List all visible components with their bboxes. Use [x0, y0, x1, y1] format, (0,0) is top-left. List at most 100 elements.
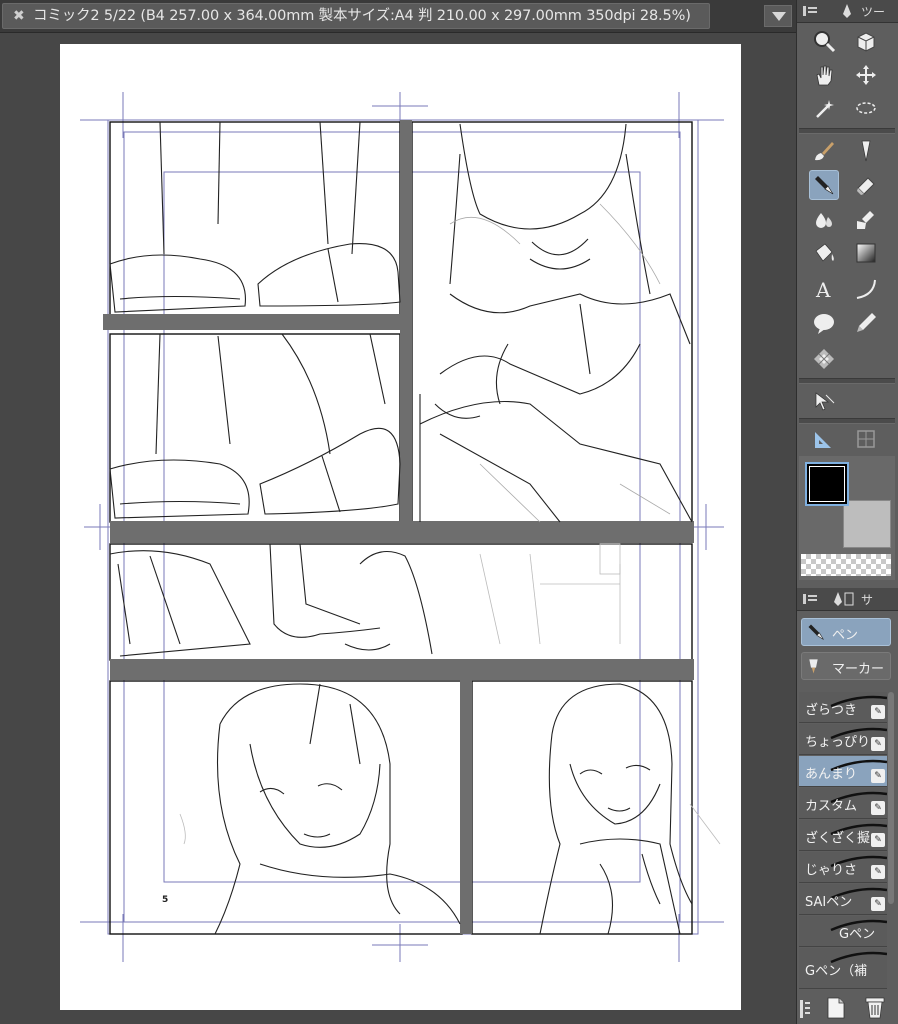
brush-tool[interactable]: [809, 136, 839, 166]
brush-label: Gペン（補: [805, 964, 868, 979]
balloon-icon: [814, 314, 834, 334]
magic-wand-icon: [816, 100, 834, 118]
trash-icon[interactable]: [863, 994, 887, 1020]
brush-item[interactable]: ざくざく擬 ✎: [799, 820, 887, 851]
tool-palette-header[interactable]: ツー: [797, 0, 898, 23]
brush-label: ざくざく擬: [805, 831, 871, 846]
sub-tool-settings-icon[interactable]: [799, 998, 811, 1020]
main-color-swatch[interactable]: [805, 462, 849, 506]
gradient-tool[interactable]: [851, 238, 881, 268]
brush-label: ちょっぴり: [805, 735, 871, 750]
brush-settings-icon[interactable]: ✎: [871, 705, 885, 719]
sub-tool-scrollbar[interactable]: [888, 692, 894, 904]
pencil-icon: [857, 313, 876, 332]
dropper-icon: [861, 140, 871, 162]
document-tab-bar: ✖ コミック2 5/22 (B4 257.00 x 364.00mm 製本サイズ…: [0, 0, 796, 33]
ruler-tool[interactable]: [809, 424, 839, 454]
ink-blend-tool[interactable]: [851, 204, 881, 234]
document-title: コミック2 5/22 (B4 257.00 x 364.00mm 製本サイズ:A…: [33, 8, 691, 24]
move-layer-icon: [856, 65, 876, 85]
frame-border-tool[interactable]: [851, 424, 881, 454]
brush-icon: [815, 142, 834, 161]
manuscript-page[interactable]: 5: [60, 44, 741, 1010]
sub-color-swatch[interactable]: [843, 500, 891, 548]
sub-tool-palette-header[interactable]: サ: [797, 588, 898, 611]
sub-tool-group-pen[interactable]: ペン: [801, 618, 891, 646]
eraser-tool[interactable]: [851, 170, 881, 200]
svg-text:A: A: [815, 278, 831, 301]
close-tab-icon[interactable]: ✖: [13, 8, 25, 24]
sub-tool-footer: [797, 992, 898, 1024]
correct-line-tool[interactable]: [851, 308, 881, 338]
sub-tool-group-label: マーカー: [832, 662, 885, 677]
object-tool[interactable]: [851, 26, 881, 56]
pen-nib-icon: [843, 4, 851, 18]
brush-label: Gペン: [839, 927, 876, 942]
manga-page-artwork: [80, 92, 724, 962]
brush-item[interactable]: あんまり ✎: [799, 756, 887, 787]
marker-icon: [809, 659, 818, 674]
brush-label: じゃりさ: [805, 863, 858, 878]
brush-item[interactable]: Gペン: [799, 916, 887, 947]
text-tool[interactable]: A: [809, 274, 839, 304]
brush-settings-icon[interactable]: ✎: [871, 865, 885, 879]
sub-tool-icon: [834, 592, 854, 606]
chevron-down-icon: [772, 12, 786, 21]
brush-settings-icon[interactable]: ✎: [871, 833, 885, 847]
balloon-tool[interactable]: [809, 308, 839, 338]
operation-tool[interactable]: [809, 386, 839, 416]
sub-tool-palette-label: サ: [861, 593, 874, 607]
page-number: 5: [162, 895, 169, 905]
palette-separator: [799, 128, 895, 134]
hand-tool[interactable]: [809, 60, 839, 90]
transparent-color-swatch[interactable]: [801, 554, 891, 576]
brush-item[interactable]: カスタム ✎: [799, 788, 887, 819]
brush-label: カスタム: [805, 799, 858, 814]
right-panel: ツー A サ ペン マーカー ざらつき ✎ ちょっぴり ✎ あんまり ✎ カスタ…: [796, 0, 898, 1024]
ink-blend-icon: [857, 211, 874, 229]
decoration-tool[interactable]: [809, 344, 839, 374]
palette-menu-icon[interactable]: [803, 5, 817, 17]
fill-icon: [816, 213, 832, 228]
zoom-icon: [814, 31, 836, 53]
pen-tool[interactable]: [809, 170, 839, 200]
brush-item[interactable]: ちょっぴり ✎: [799, 724, 887, 755]
lasso-icon: [856, 102, 876, 114]
brush-settings-icon[interactable]: ✎: [871, 897, 885, 911]
brush-settings-icon[interactable]: ✎: [871, 769, 885, 783]
dropper-tool[interactable]: [851, 136, 881, 166]
zoom-tool[interactable]: [809, 26, 839, 56]
new-sub-tool-icon[interactable]: [825, 996, 847, 1020]
palette-separator: [799, 378, 895, 384]
brush-label: ざらつき: [805, 703, 858, 718]
text-icon: A: [815, 278, 831, 301]
object-select-icon: [857, 32, 875, 52]
brush-item[interactable]: SAIペン ✎: [799, 884, 887, 915]
brush-label: SAIペン: [805, 895, 853, 910]
brush-item[interactable]: じゃりさ ✎: [799, 852, 887, 883]
palette-menu-icon[interactable]: [803, 593, 817, 605]
decoration-icon: [814, 349, 834, 369]
brush-settings-icon[interactable]: ✎: [871, 737, 885, 751]
tab-list-dropdown[interactable]: [764, 5, 792, 27]
sub-tool-group-label: ペン: [832, 628, 859, 643]
sub-tool-group-marker[interactable]: マーカー: [801, 652, 891, 680]
eraser-icon: [857, 177, 875, 195]
curve-icon: [856, 279, 876, 299]
document-tab[interactable]: ✖ コミック2 5/22 (B4 257.00 x 364.00mm 製本サイズ…: [2, 3, 710, 29]
brush-settings-icon[interactable]: ✎: [871, 801, 885, 815]
frame-ruler-icon: [857, 430, 875, 448]
triangle-ruler-icon: [815, 432, 831, 448]
brush-item[interactable]: ざらつき ✎: [799, 692, 887, 723]
fill-tool[interactable]: [809, 204, 839, 234]
tool-palette-label: ツー: [861, 5, 886, 19]
move-layer-tool[interactable]: [851, 60, 881, 90]
brush-label: あんまり: [805, 767, 858, 782]
bucket-tool[interactable]: [809, 238, 839, 268]
canvas-area[interactable]: 5: [0, 33, 796, 1024]
lasso-tool[interactable]: [851, 94, 881, 124]
figure-tool[interactable]: [851, 274, 881, 304]
brush-item[interactable]: Gペン（補: [799, 948, 887, 989]
auto-select-tool[interactable]: [809, 94, 839, 124]
pen-icon: [815, 176, 834, 195]
